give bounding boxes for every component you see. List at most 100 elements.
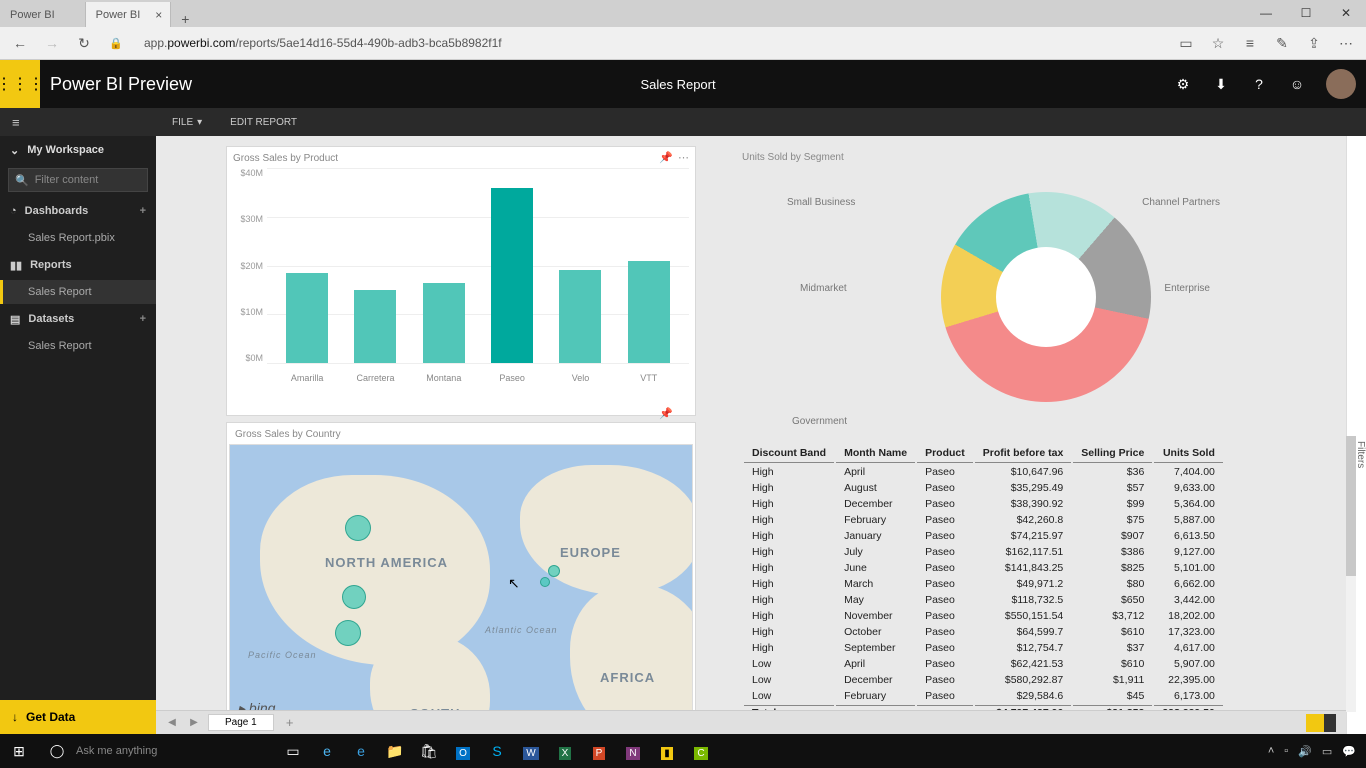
- note-icon[interactable]: ✎: [1268, 35, 1296, 52]
- system-tray[interactable]: ˄ ▫ 🔊 ▭ 💬: [1268, 745, 1366, 758]
- forward-button[interactable]: →: [38, 35, 66, 51]
- table-row[interactable]: HighNovemberPaseo$550,151.54$3,71218,202…: [744, 609, 1223, 623]
- reports-section[interactable]: ▮▮ Reports: [0, 250, 156, 280]
- cortana-icon[interactable]: ◯: [38, 743, 76, 759]
- onenote-icon[interactable]: N: [616, 743, 650, 759]
- table-row[interactable]: LowAprilPaseo$62,421.53$6105,907.00: [744, 657, 1223, 671]
- table-row[interactable]: HighDecemberPaseo$38,390.92$995,364.00: [744, 497, 1223, 511]
- battery-icon[interactable]: ▭: [1322, 745, 1332, 758]
- camtasia-icon[interactable]: C: [684, 743, 718, 759]
- hub-icon[interactable]: ≡: [1236, 35, 1264, 51]
- add-page-button[interactable]: +: [280, 715, 300, 730]
- powerpoint-icon[interactable]: P: [582, 743, 616, 759]
- new-tab-button[interactable]: +: [171, 11, 199, 27]
- next-page-icon[interactable]: ▶: [186, 717, 202, 728]
- map-label: AFRICA: [600, 670, 655, 685]
- favorite-icon[interactable]: ☆: [1204, 35, 1232, 52]
- task-view-icon[interactable]: ▭: [276, 743, 310, 760]
- share-icon[interactable]: ⇪: [1300, 35, 1328, 52]
- workspace-selector[interactable]: ⌄ My Workspace: [0, 136, 156, 164]
- word-icon[interactable]: W: [514, 743, 548, 759]
- map-visual[interactable]: 📌 Gross Sales by Country NORTH AMERICA S…: [226, 422, 696, 722]
- network-icon[interactable]: ▫: [1284, 745, 1288, 757]
- tray-chevron-icon[interactable]: ˄: [1268, 745, 1274, 757]
- map-bubble[interactable]: [342, 585, 366, 609]
- more-options-icon[interactable]: ⋯: [678, 151, 689, 164]
- map-bubble[interactable]: [345, 515, 371, 541]
- table-row[interactable]: HighAprilPaseo$10,647.96$367,404.00: [744, 465, 1223, 479]
- bar[interactable]: [559, 270, 601, 363]
- bar-chart-visual[interactable]: 📌 ⋯ Gross Sales by Product $40M$30M$20M$…: [226, 146, 696, 416]
- chevron-down-icon: ⌄: [10, 144, 19, 157]
- table-row[interactable]: HighMayPaseo$118,732.5$6503,442.00: [744, 593, 1223, 607]
- map-bubble[interactable]: [548, 565, 560, 577]
- refresh-button[interactable]: ↻: [70, 35, 98, 52]
- page-tab[interactable]: Page 1: [208, 714, 274, 731]
- map-bubble[interactable]: [335, 620, 361, 646]
- taskbar-search[interactable]: Ask me anything: [76, 745, 276, 757]
- table-row[interactable]: HighMarchPaseo$49,971.2$806,662.00: [744, 577, 1223, 591]
- table-row[interactable]: HighJunePaseo$141,843.25$8255,101.00: [744, 561, 1223, 575]
- outlook-icon[interactable]: O: [446, 743, 480, 759]
- table-row[interactable]: HighJulyPaseo$162,117.51$3869,127.00: [744, 545, 1223, 559]
- back-button[interactable]: ←: [6, 35, 34, 51]
- dashboards-section[interactable]: ◔ Dashboards +: [0, 196, 156, 226]
- get-data-button[interactable]: ↓ Get Data: [0, 700, 156, 734]
- app-launcher-icon[interactable]: ⋮⋮⋮: [0, 60, 40, 108]
- table-visual[interactable]: Discount BandMonth NameProductProfit bef…: [736, 422, 1356, 722]
- start-button[interactable]: ⊞: [0, 743, 38, 760]
- pin-icon[interactable]: 📌: [659, 151, 673, 164]
- filter-input[interactable]: 🔍 Filter content: [8, 168, 148, 192]
- add-dataset-button[interactable]: +: [140, 313, 146, 325]
- pin-icon[interactable]: 📌: [659, 407, 673, 420]
- table-row[interactable]: HighOctoberPaseo$64,599.7$61017,323.00: [744, 625, 1223, 639]
- more-icon[interactable]: ⋯: [1332, 35, 1360, 52]
- skype-icon[interactable]: S: [480, 743, 514, 759]
- hamburger-icon[interactable]: ≡: [0, 108, 156, 136]
- feedback-icon[interactable]: ☺: [1278, 76, 1316, 92]
- explorer-icon[interactable]: 📁: [378, 743, 412, 760]
- help-icon[interactable]: ?: [1240, 76, 1278, 92]
- file-menu[interactable]: FILE ▾: [172, 117, 202, 128]
- close-window-button[interactable]: ✕: [1326, 0, 1366, 27]
- download-icon[interactable]: ⬇: [1202, 76, 1240, 93]
- bar[interactable]: [491, 188, 533, 364]
- bar[interactable]: [423, 283, 465, 363]
- store-icon[interactable]: 🛍: [412, 743, 446, 760]
- bar[interactable]: [628, 261, 670, 363]
- table-row[interactable]: HighAugustPaseo$35,295.49$579,633.00: [744, 481, 1223, 495]
- sidebar-item-report-active[interactable]: Sales Report: [0, 280, 156, 304]
- close-icon[interactable]: ×: [155, 8, 162, 22]
- settings-icon[interactable]: ⚙: [1164, 76, 1202, 93]
- table-row[interactable]: HighSeptemberPaseo$12,754.7$374,617.00: [744, 641, 1223, 655]
- volume-icon[interactable]: 🔊: [1298, 745, 1312, 758]
- edge-icon[interactable]: e: [310, 743, 344, 759]
- map-bubble[interactable]: [540, 577, 550, 587]
- minimize-button[interactable]: —: [1246, 0, 1286, 27]
- table-row[interactable]: LowDecemberPaseo$580,292.87$1,91122,395.…: [744, 673, 1223, 687]
- edit-report-button[interactable]: EDIT REPORT: [230, 117, 297, 128]
- map-canvas[interactable]: NORTH AMERICA SOUTH EUROPE AFRICA Atlant…: [229, 444, 693, 724]
- table-scrollbar[interactable]: [1346, 436, 1356, 712]
- avatar[interactable]: [1326, 69, 1356, 99]
- ie-icon[interactable]: e: [344, 743, 378, 759]
- donut-chart-visual[interactable]: Units Sold by Segment Small Business Cha…: [736, 146, 1356, 416]
- url-field[interactable]: app.powerbi.com/reports/5ae14d16-55d4-49…: [134, 36, 1168, 50]
- powerbi-desktop-icon[interactable]: ▮: [650, 743, 684, 759]
- bar[interactable]: [354, 290, 396, 363]
- sidebar-item-dashboard[interactable]: Sales Report.pbix: [0, 226, 156, 250]
- bar[interactable]: [286, 273, 328, 363]
- browser-tab-active[interactable]: Power BI×: [86, 2, 172, 27]
- table-row[interactable]: LowFebruaryPaseo$29,584.6$456,173.00: [744, 689, 1223, 703]
- prev-page-icon[interactable]: ◀: [164, 717, 180, 728]
- excel-icon[interactable]: X: [548, 743, 582, 759]
- datasets-section[interactable]: ▤ Datasets +: [0, 304, 156, 334]
- notifications-icon[interactable]: 💬: [1342, 745, 1356, 758]
- add-dashboard-button[interactable]: +: [140, 205, 146, 217]
- reading-view-icon[interactable]: ▭: [1172, 35, 1200, 52]
- maximize-button[interactable]: ☐: [1286, 0, 1326, 27]
- sidebar-item-dataset[interactable]: Sales Report: [0, 334, 156, 358]
- table-row[interactable]: HighFebruaryPaseo$42,260.8$755,887.00: [744, 513, 1223, 527]
- browser-tab[interactable]: Power BI: [0, 2, 86, 27]
- table-row[interactable]: HighJanuaryPaseo$74,215.97$9076,613.50: [744, 529, 1223, 543]
